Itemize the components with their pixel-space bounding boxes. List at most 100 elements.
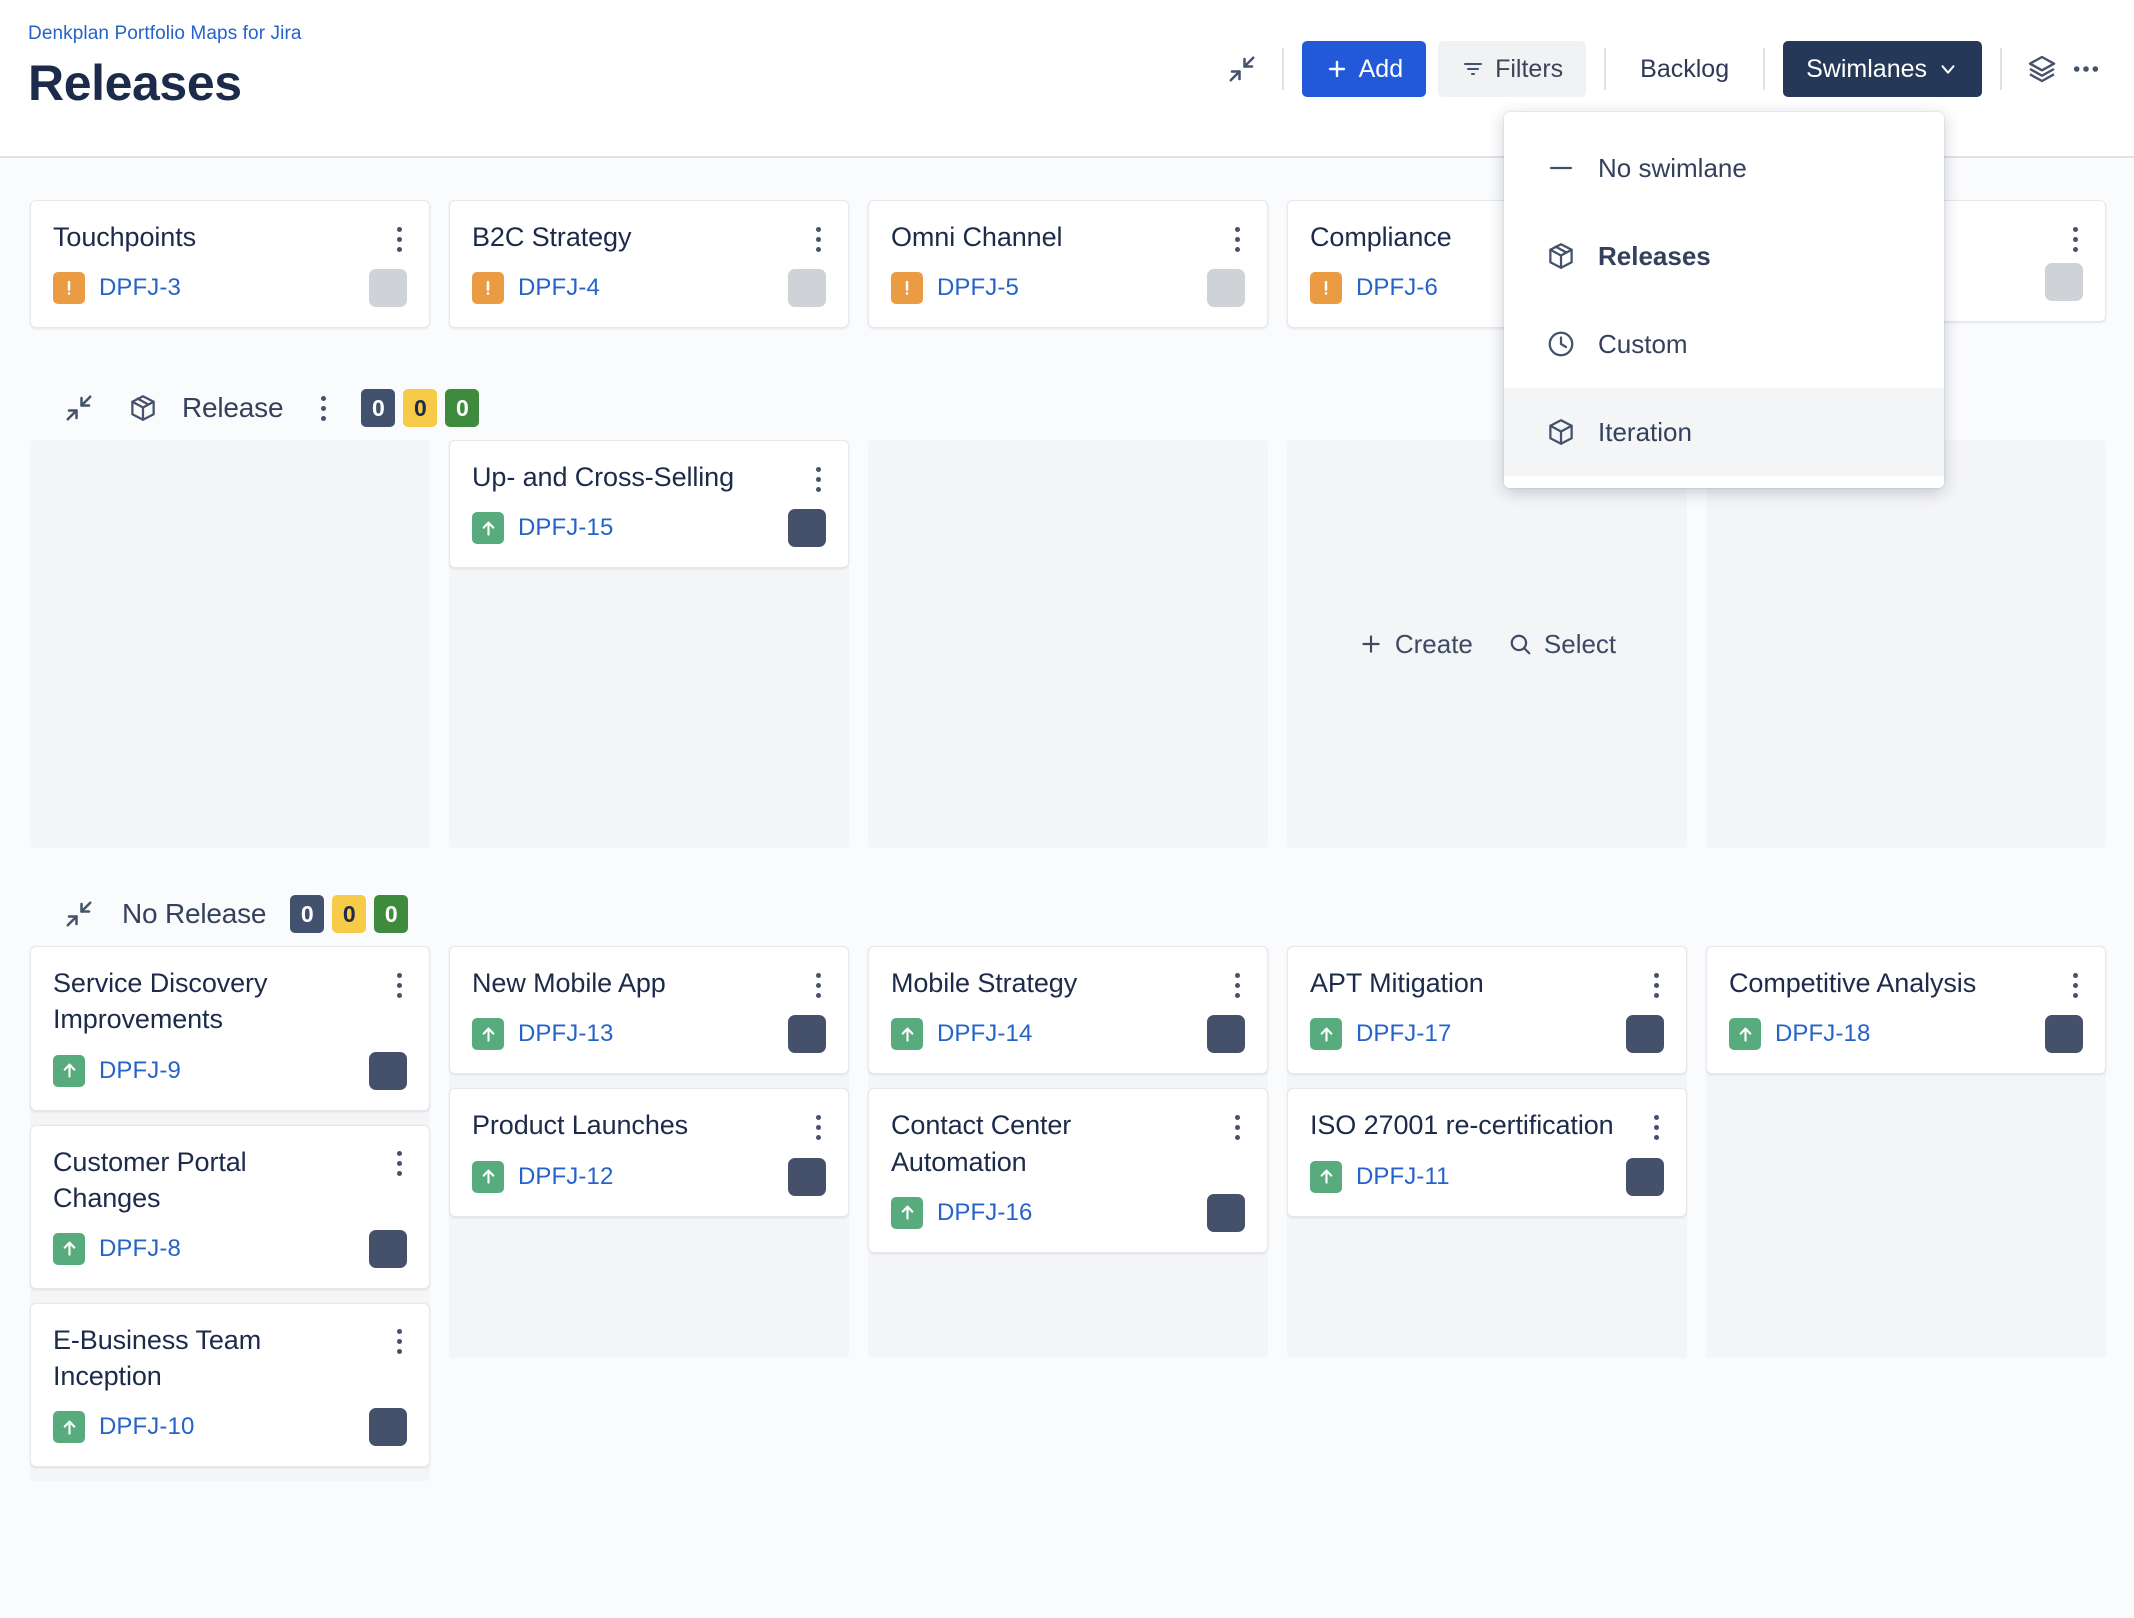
issue-card[interactable]: New Mobile App DPFJ-13 — [449, 946, 849, 1075]
avatar[interactable] — [1207, 269, 1245, 308]
avatar[interactable] — [369, 1229, 407, 1268]
column-dropzone[interactable]: New Mobile App DPFJ-13 Product Launches DPF… — [449, 946, 849, 1359]
card-menu-icon[interactable] — [2061, 967, 2089, 1003]
column-dropzone[interactable] — [30, 440, 430, 849]
backlog-button[interactable]: Backlog — [1624, 41, 1745, 97]
card-menu-icon[interactable] — [385, 221, 413, 257]
avatar[interactable] — [1207, 1193, 1245, 1232]
kebab-dot — [396, 236, 402, 242]
issue-key-link[interactable]: DPFJ-8 — [99, 1235, 181, 1263]
filters-button[interactable]: Filters — [1438, 41, 1587, 97]
issue-card[interactable]: Competitive Analysis DPFJ-18 — [1706, 946, 2106, 1075]
issue-key-link[interactable]: DPFJ-13 — [518, 1020, 613, 1048]
issue-card-footer: DPFJ-18 — [1729, 1015, 2083, 1054]
swimlanes-dropdown-menu: No swimlane Releases Custom Iteration — [1504, 112, 1944, 488]
issue-key-link[interactable]: DPFJ-3 — [99, 274, 181, 302]
kebab-dot — [1234, 236, 1240, 242]
swimlanes-button[interactable]: Swimlanes — [1783, 41, 1982, 97]
card-menu-icon[interactable] — [385, 967, 413, 1003]
issue-card[interactable]: Customer Portal Changes DPFJ-8 — [30, 1124, 430, 1289]
issue-card[interactable]: Up- and Cross-Selling DPFJ-15 — [449, 440, 849, 569]
kebab-dot — [815, 466, 821, 472]
kebab-dot — [1653, 1114, 1659, 1120]
select-button[interactable]: Select — [1507, 629, 1616, 660]
column-dropzone[interactable]: Up- and Cross-Selling DPFJ-15 — [449, 440, 849, 849]
issue-card[interactable]: Contact Center Automation DPFJ-16 — [868, 1088, 1268, 1253]
swimlane-menu-item-no-swimlane[interactable]: No swimlane — [1504, 124, 1944, 212]
issue-key-link[interactable]: DPFJ-17 — [1356, 1020, 1451, 1048]
issue-key-link[interactable]: DPFJ-5 — [937, 274, 1019, 302]
more-horizontal-icon[interactable] — [2064, 47, 2108, 91]
avatar[interactable] — [2045, 1015, 2083, 1054]
kebab-dot — [815, 236, 821, 242]
column-dropzone[interactable] — [1706, 440, 2106, 849]
issue-card[interactable]: Mobile Strategy DPFJ-14 — [868, 946, 1268, 1075]
card-menu-icon[interactable] — [804, 967, 832, 1003]
issue-card[interactable]: APT Mitigation DPFJ-17 — [1287, 946, 1687, 1075]
avatar[interactable] — [788, 1157, 826, 1196]
kebab-dot — [815, 982, 821, 988]
issue-key-link[interactable]: DPFJ-15 — [518, 514, 613, 542]
card-menu-icon[interactable] — [804, 221, 832, 257]
issue-key-link[interactable]: DPFJ-14 — [937, 1020, 1032, 1048]
issue-card[interactable]: Service Discovery Improvements DPFJ-9 — [30, 946, 430, 1111]
issue-card-title: Mobile Strategy — [891, 968, 1078, 999]
issue-card[interactable]: Touchpoints DPFJ-3 — [30, 200, 430, 329]
column-dropzone[interactable]: APT Mitigation DPFJ-17 ISO 27001 re-certif… — [1287, 946, 1687, 1359]
issue-card[interactable]: B2C Strategy DPFJ-4 — [449, 200, 849, 329]
card-menu-icon[interactable] — [2061, 221, 2089, 257]
issue-card[interactable]: E-Business Team Inception DPFJ-10 — [30, 1302, 430, 1468]
card-menu-icon[interactable] — [385, 1324, 413, 1360]
card-menu-icon[interactable] — [385, 1146, 413, 1182]
card-menu-icon[interactable] — [1223, 1109, 1251, 1145]
avatar[interactable] — [369, 269, 407, 308]
issue-key-link[interactable]: DPFJ-10 — [99, 1413, 194, 1441]
toolbar: Add Filters Backlog Swimlanes — [1220, 38, 2108, 100]
column-dropzone[interactable]: Create Select — [1287, 440, 1687, 849]
column-dropzone[interactable]: Service Discovery Improvements DPFJ-9 Cust… — [30, 946, 430, 1482]
create-button[interactable]: Create — [1358, 629, 1473, 660]
swimlane-menu-item-custom[interactable]: Custom — [1504, 300, 1944, 388]
issue-card-title: Up- and Cross-Selling — [472, 462, 735, 493]
card-menu-icon[interactable] — [804, 461, 832, 497]
card-menu-icon[interactable] — [1642, 1109, 1670, 1145]
avatar[interactable] — [1626, 1015, 1664, 1054]
issue-card[interactable]: ISO 27001 re-certification DPFJ-11 — [1287, 1088, 1687, 1217]
avatar[interactable] — [1626, 1157, 1664, 1196]
layers-icon[interactable] — [2020, 47, 2064, 91]
avatar[interactable] — [788, 509, 826, 548]
issue-key-link[interactable]: DPFJ-12 — [518, 1163, 613, 1191]
swimlane-menu-item-releases[interactable]: Releases — [1504, 212, 1944, 300]
swimlane-menu-item-iteration[interactable]: Iteration — [1504, 388, 1944, 476]
kebab-dot — [815, 246, 821, 252]
column-dropzone[interactable] — [868, 440, 1268, 849]
count-badge-navy: 0 — [290, 895, 325, 934]
column-dropzone[interactable]: Mobile Strategy DPFJ-14 Contact Center Aut… — [868, 946, 1268, 1359]
card-menu-icon[interactable] — [1223, 221, 1251, 257]
avatar[interactable] — [369, 1408, 407, 1447]
add-button[interactable]: Add — [1301, 41, 1427, 97]
kebab-dot — [1234, 982, 1240, 988]
swimlane-collapse-icon[interactable] — [62, 897, 96, 931]
avatar[interactable] — [1207, 1015, 1245, 1054]
issue-card[interactable]: Product Launches DPFJ-12 — [449, 1088, 849, 1217]
avatar[interactable] — [2045, 263, 2083, 301]
issue-key-link[interactable]: DPFJ-11 — [1356, 1163, 1450, 1191]
issue-key-link[interactable]: DPFJ-18 — [1775, 1020, 1870, 1048]
avatar[interactable] — [369, 1051, 407, 1090]
collapse-arrows-icon[interactable] — [1220, 47, 1264, 91]
issue-card-title: Touchpoints — [53, 222, 196, 252]
card-menu-icon[interactable] — [1642, 967, 1670, 1003]
issue-key-link[interactable]: DPFJ-4 — [518, 274, 600, 302]
avatar[interactable] — [788, 269, 826, 308]
issue-card[interactable]: Omni Channel DPFJ-5 — [868, 200, 1268, 329]
avatar[interactable] — [788, 1015, 826, 1054]
card-menu-icon[interactable] — [1223, 967, 1251, 1003]
swimlane-collapse-icon[interactable] — [62, 391, 96, 425]
card-menu-icon[interactable] — [804, 1109, 832, 1145]
issue-key-link[interactable]: DPFJ-9 — [99, 1057, 181, 1085]
issue-key-link[interactable]: DPFJ-16 — [937, 1199, 1032, 1227]
swimlane-menu-icon[interactable] — [309, 391, 337, 425]
issue-key-link[interactable]: DPFJ-6 — [1356, 274, 1438, 302]
column-dropzone[interactable]: Competitive Analysis DPFJ-18 — [1706, 946, 2106, 1359]
